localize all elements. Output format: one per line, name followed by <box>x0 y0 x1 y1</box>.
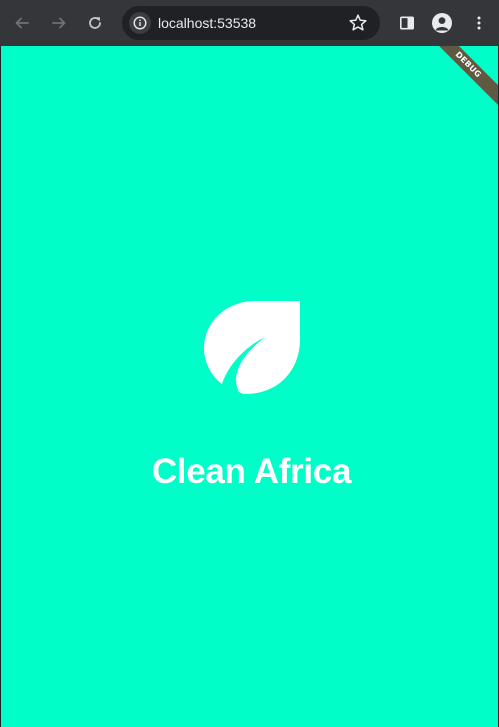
side-panel-icon <box>399 16 414 30</box>
back-button[interactable] <box>8 9 36 37</box>
info-icon <box>133 16 147 30</box>
address-bar[interactable]: localhost:53538 <box>122 6 380 40</box>
browser-window: localhost:53538 Clean Africa DEBUG <box>0 0 499 727</box>
arrow-right-icon <box>52 17 66 29</box>
kebab-menu-icon <box>477 16 481 30</box>
side-panel-button[interactable] <box>393 9 421 37</box>
url-text[interactable]: localhost:53538 <box>158 14 256 32</box>
star-icon[interactable] <box>348 13 368 33</box>
reload-icon <box>89 17 101 29</box>
debug-banner: DEBUG <box>420 46 498 113</box>
browser-toolbar: localhost:53538 <box>0 0 499 46</box>
app-title: Clean Africa <box>151 452 352 491</box>
forward-button[interactable] <box>45 9 73 37</box>
leaf-icon <box>204 301 300 394</box>
avatar-icon <box>435 17 449 31</box>
site-info-button[interactable] <box>129 12 151 34</box>
arrow-left-icon <box>15 17 29 29</box>
profile-button[interactable] <box>432 13 452 33</box>
reload-button[interactable] <box>81 9 109 37</box>
browser-menu-button[interactable] <box>465 9 493 37</box>
app-viewport: Clean Africa DEBUG <box>1 46 498 727</box>
